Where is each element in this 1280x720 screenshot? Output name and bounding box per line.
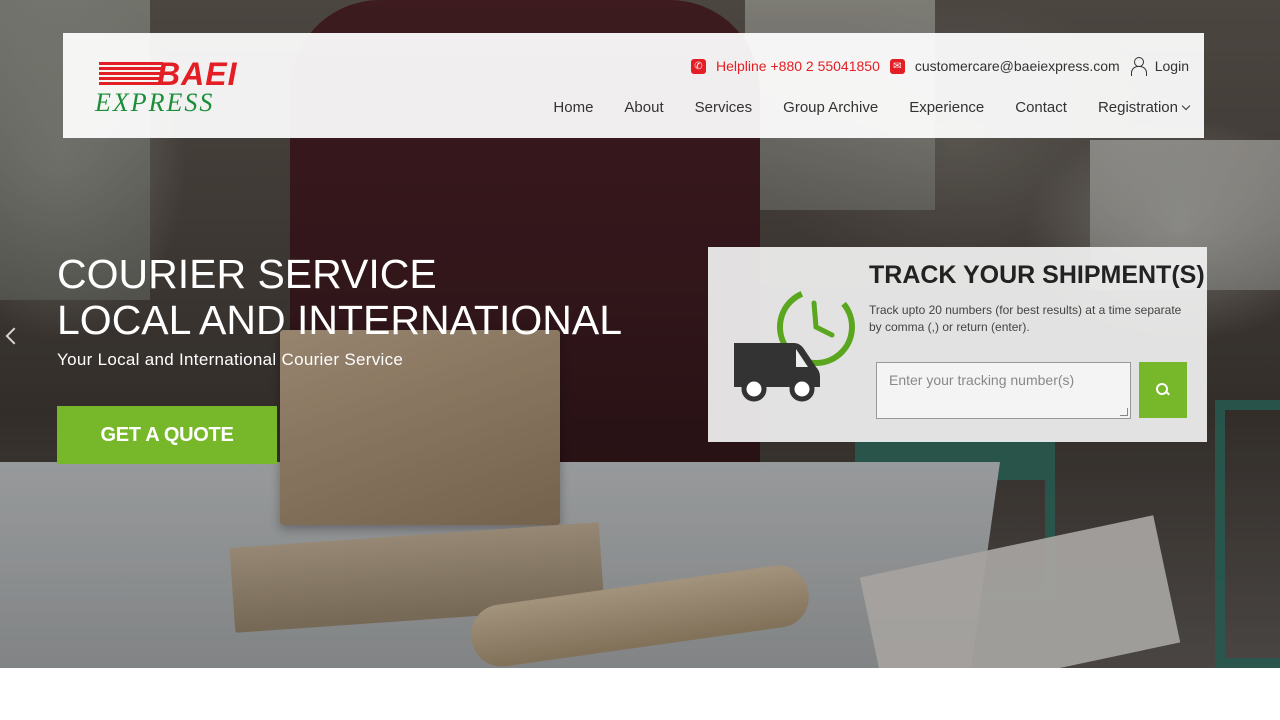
login-link[interactable]: Login — [1155, 58, 1189, 74]
track-search-button[interactable] — [1139, 362, 1187, 418]
main-nav: Home About Services Group Archive Experi… — [522, 99, 1191, 116]
tracking-title: TRACK YOUR SHIPMENT(S) — [869, 261, 1205, 289]
hero-title-line-2: LOCAL AND INTERNATIONAL — [57, 297, 623, 343]
nav-item-group-archive[interactable]: Group Archive — [783, 99, 878, 116]
nav-item-registration[interactable]: Registration — [1097, 99, 1191, 116]
mail-icon: ✉ — [889, 58, 905, 74]
nav-item-experience[interactable]: Experience — [909, 99, 984, 116]
email-link[interactable]: customercare@baeiexpress.com — [915, 58, 1120, 74]
chevron-right-icon[interactable] — [1258, 324, 1272, 348]
user-icon[interactable] — [1130, 57, 1147, 76]
logo-speed-lines — [99, 62, 163, 86]
hero-subtitle: Your Local and International Courier Ser… — [57, 350, 404, 369]
tracking-number-input[interactable]: Enter your tracking number(s) — [876, 362, 1131, 419]
logo-wordmark-bottom: EXPRESS — [95, 88, 215, 117]
nav-item-registration-label: Registration — [1097, 99, 1178, 116]
nav-item-services[interactable]: Services — [695, 99, 753, 116]
helpline-link[interactable]: Helpline +880 2 55041850 — [716, 58, 880, 74]
nav-item-home[interactable]: Home — [553, 99, 593, 116]
hero-banner: BAEI EXPRESS ✆ Helpline +880 2 55041850 … — [0, 0, 1280, 668]
brand-logo[interactable]: BAEI EXPRESS — [95, 56, 255, 118]
nav-item-contact[interactable]: Contact — [1015, 99, 1067, 116]
delivery-truck-clock-icon — [734, 288, 855, 402]
tracking-panel: TRACK YOUR SHIPMENT(S) Track upto 20 num… — [708, 247, 1207, 442]
hero-title-line-1: COURIER SERVICE — [57, 251, 437, 297]
search-icon — [1156, 383, 1170, 397]
chevron-down-icon — [1181, 101, 1191, 110]
tracking-description: Track upto 20 numbers (for best results)… — [869, 303, 1182, 334]
hero-title: COURIER SERVICE LOCAL AND INTERNATIONAL — [57, 251, 622, 343]
chevron-left-icon[interactable] — [4, 324, 18, 348]
contact-bar: ✆ Helpline +880 2 55041850 ✉ customercar… — [691, 55, 1189, 77]
nav-item-about[interactable]: About — [624, 99, 663, 116]
get-quote-button[interactable]: GET A QUOTE — [57, 406, 277, 464]
site-header: BAEI EXPRESS ✆ Helpline +880 2 55041850 … — [63, 33, 1204, 138]
phone-icon: ✆ — [691, 58, 706, 74]
